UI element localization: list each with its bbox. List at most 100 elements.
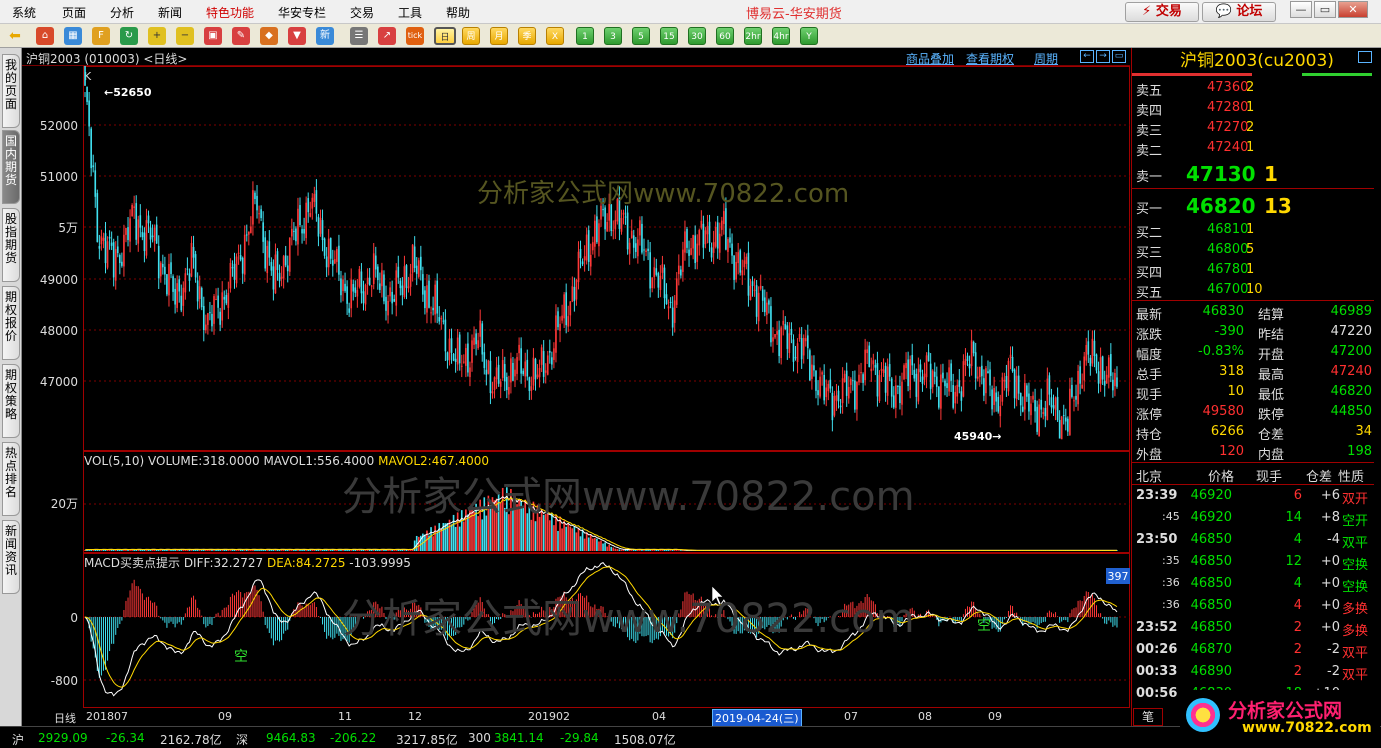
- volume-bar: [213, 549, 215, 551]
- panel-toggle-icon[interactable]: [1358, 51, 1372, 63]
- period-day[interactable]: 日: [434, 27, 456, 45]
- candle-body: [389, 287, 391, 297]
- tab-hot-ranking[interactable]: 热点排名: [2, 442, 20, 516]
- close-button[interactable]: ✕: [1338, 1, 1368, 18]
- menu-page[interactable]: 页面: [62, 4, 86, 21]
- home-icon[interactable]: ⌂: [36, 27, 54, 45]
- index-status-bar: 沪 2929.09 -26.34 2162.78亿深 9464.83 -206.22 321…: [0, 726, 1381, 748]
- candle-body: [319, 217, 322, 234]
- candle-body: [217, 295, 219, 308]
- tick-row: :35 46850 12 +0 空换: [1162, 554, 1369, 573]
- candle-body: [270, 262, 273, 271]
- chart-icon[interactable]: ↗: [378, 27, 396, 45]
- tick-header: 北京 价格 现手 仓差 性质: [1136, 470, 1365, 485]
- order-book-sell-row: 卖五 47360 2: [1136, 80, 1255, 99]
- period-week[interactable]: 周: [462, 27, 480, 45]
- period-60min[interactable]: 60: [716, 27, 734, 45]
- scroll-right-icon[interactable]: →: [1096, 50, 1110, 63]
- kline-chart[interactable]: K 52000 51000 5万 49000 48000 47000 ←5265…: [22, 66, 1130, 708]
- period-15min[interactable]: 15: [660, 27, 678, 45]
- candle-body: [462, 361, 465, 363]
- candle-body: [1110, 354, 1112, 376]
- tab-my-page[interactable]: 我的页面: [2, 54, 20, 128]
- candle-body: [450, 338, 453, 353]
- candle-body: [540, 347, 543, 365]
- bell-icon[interactable]: ◆: [260, 27, 278, 45]
- period-month[interactable]: 月: [490, 27, 508, 45]
- candle-body: [426, 285, 428, 313]
- candle-body: [899, 385, 901, 404]
- tab-trades[interactable]: 笔: [1133, 708, 1163, 726]
- trade-button[interactable]: ⚡ 交易: [1125, 2, 1199, 22]
- draw-icon[interactable]: ✎: [232, 27, 250, 45]
- candle-body: [890, 378, 893, 397]
- candle-body: [374, 255, 377, 270]
- period-30min[interactable]: 30: [688, 27, 706, 45]
- candle-body: [690, 248, 692, 255]
- filter-icon[interactable]: ▼: [288, 27, 306, 45]
- candle-body: [780, 327, 783, 359]
- maximize-button[interactable]: ▭: [1314, 1, 1336, 18]
- menu-help[interactable]: 帮助: [446, 4, 470, 21]
- candle-body: [694, 235, 697, 264]
- window-icon[interactable]: ▣: [204, 27, 222, 45]
- menu-trade[interactable]: 交易: [350, 4, 374, 21]
- candle-body: [813, 365, 815, 371]
- candle-body: [591, 242, 594, 251]
- order-book-sell-row: 卖一 47130 1: [1136, 162, 1278, 186]
- f10-icon[interactable]: F: [92, 27, 110, 45]
- candle-body: [282, 256, 285, 279]
- overlay-link[interactable]: 商品叠加: [906, 50, 954, 67]
- tick-icon[interactable]: tick: [406, 27, 424, 45]
- new-icon[interactable]: 新: [316, 27, 334, 45]
- period-season[interactable]: 季: [518, 27, 536, 45]
- forum-button[interactable]: 💬 论坛: [1202, 2, 1276, 22]
- candle-body: [538, 368, 541, 378]
- menu-analysis[interactable]: 分析: [110, 4, 134, 21]
- back-icon[interactable]: ⬅: [6, 27, 24, 45]
- candle-body: [821, 372, 823, 375]
- zoom-out-icon[interactable]: −: [176, 27, 194, 45]
- scroll-left-icon[interactable]: ←: [1080, 50, 1094, 63]
- volume-bar: [589, 535, 592, 551]
- candle-body: [1032, 395, 1034, 400]
- menu-special[interactable]: 特色功能: [206, 4, 254, 21]
- refresh-icon[interactable]: ↻: [120, 27, 138, 45]
- tab-domestic-futures[interactable]: 国内期货: [2, 130, 20, 204]
- period-3min[interactable]: 3: [604, 27, 622, 45]
- table-icon[interactable]: ☰: [350, 27, 368, 45]
- period-5min[interactable]: 5: [632, 27, 650, 45]
- minimize-button[interactable]: —: [1290, 1, 1312, 18]
- ytick-price: 49000: [40, 273, 78, 287]
- candle-body: [1019, 392, 1022, 406]
- period-year[interactable]: Y: [800, 27, 818, 45]
- date-tick: 12: [408, 710, 422, 723]
- candle-body: [897, 385, 899, 387]
- volume-bar: [561, 528, 563, 551]
- tab-news[interactable]: 新闻资讯: [2, 520, 20, 594]
- period-2hr[interactable]: 2hr: [744, 27, 762, 45]
- menu-tools[interactable]: 工具: [398, 4, 422, 21]
- tab-option-strategy[interactable]: 期权策略: [2, 364, 20, 438]
- grid-icon[interactable]: ▦: [64, 27, 82, 45]
- candle-body: [831, 392, 834, 421]
- menu-huaan[interactable]: 华安专栏: [278, 4, 326, 21]
- option-link[interactable]: 查看期权: [966, 50, 1014, 67]
- candle-body: [557, 311, 559, 328]
- period-x[interactable]: X: [546, 27, 564, 45]
- candle-body: [377, 266, 379, 281]
- expand-icon[interactable]: ▭: [1112, 50, 1126, 63]
- tab-index-futures[interactable]: 股指期货: [2, 208, 20, 282]
- menu-system[interactable]: 系统: [12, 4, 36, 21]
- period-4hr[interactable]: 4hr: [772, 27, 790, 45]
- period-link[interactable]: 周期: [1034, 50, 1058, 67]
- candle-body: [1030, 403, 1032, 416]
- tab-option-quotes[interactable]: 期权报价: [2, 286, 20, 360]
- quote-stat-row: 外盘 120 内盘 198: [1136, 444, 1372, 463]
- zoom-in-icon[interactable]: +: [148, 27, 166, 45]
- menu-news[interactable]: 新闻: [158, 4, 182, 21]
- period-1min[interactable]: 1: [576, 27, 594, 45]
- candle-body: [925, 355, 928, 378]
- candle-body: [671, 307, 674, 328]
- candle-body: [458, 334, 461, 364]
